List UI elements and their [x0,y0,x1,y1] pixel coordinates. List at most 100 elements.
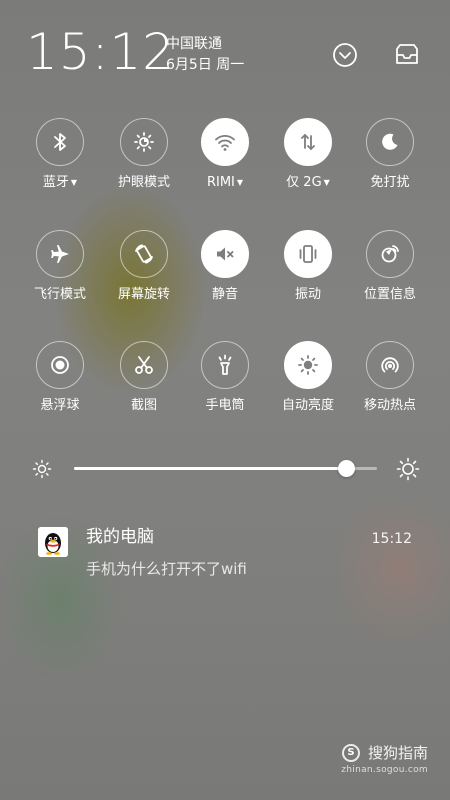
vibrate-icon [296,242,320,266]
tile-label-row: 免打扰 [370,174,409,192]
watermark: S 搜狗指南 zhinan.sogou.com [318,742,428,782]
dropdown-caret-icon[interactable]: ▼ [237,179,243,187]
tile-wifi[interactable]: RIMI ▼ [185,118,265,208]
tile-label: 振动 [294,287,321,302]
tile-toggle[interactable] [120,118,168,166]
tile-toggle[interactable] [366,118,414,166]
tile-floating-ball[interactable]: 悬浮球 [20,341,100,431]
brightness-control [0,450,450,490]
tile-toggle[interactable] [201,341,249,389]
tile-label-row: 护眼模式 [118,174,170,192]
date-label: 6月5日 周一 [166,57,245,73]
tile-label: RIMI [206,175,235,190]
mobile-data-icon [296,130,320,154]
tile-label: 位置信息 [363,287,416,302]
expand-button[interactable] [328,38,362,72]
tile-scissors[interactable]: 截图 [104,341,184,431]
clear-notifications-button[interactable] [390,38,424,72]
carrier-name: 中国联通 [166,36,222,52]
brightness-slider[interactable] [74,460,377,477]
tile-label-row: 悬浮球 [40,397,79,415]
tile-label: 蓝牙 [42,175,69,190]
notification-card[interactable]: 我的电脑 15:12 手机为什么打开不了wifi [0,515,450,595]
tile-eye-care[interactable]: 护眼模式 [104,118,184,208]
watermark-name: 搜狗指南 [367,744,428,762]
tile-label-row: 仅 2G ▼ [286,174,330,192]
dropdown-caret-icon[interactable]: ▼ [324,179,330,187]
tile-label-row: 静音 [212,286,238,304]
tile-label-row: 移动热点 [364,397,416,415]
inbox-tray-icon [396,44,418,64]
tile-label-row: 位置信息 [364,286,416,304]
dropdown-caret-icon[interactable]: ▼ [71,179,77,187]
scissors-icon [132,353,156,377]
tile-label: 手电筒 [205,398,245,413]
brightness-slider-fill [74,467,347,470]
tile-label: 屏幕旋转 [117,287,170,302]
brightness-low-icon [32,459,52,479]
tile-label: 悬浮球 [40,398,80,413]
airplane-icon [48,242,72,266]
qq-penguin-icon [38,527,68,557]
tile-label-row: 蓝牙 ▼ [43,174,77,192]
tile-label-row: RIMI ▼ [207,174,243,192]
tile-mobile-data[interactable]: 仅 2G ▼ [268,118,348,208]
tile-label: 自动亮度 [281,398,334,413]
sogou-logo-icon: S [342,744,360,762]
tile-auto-brightness[interactable]: 自动亮度 [268,341,348,431]
tile-label: 免打扰 [370,175,410,190]
flashlight-icon [213,353,237,377]
tile-label-row: 振动 [295,286,321,304]
tile-label: 护眼模式 [117,175,170,190]
tile-toggle[interactable] [36,230,84,278]
tile-toggle[interactable] [36,118,84,166]
notification-title: 我的电脑 [86,527,154,547]
tile-mute[interactable]: 静音 [185,230,265,320]
notification-body: 手机为什么打开不了wifi [86,560,247,578]
tile-label: 飞行模式 [33,287,86,302]
tile-toggle[interactable] [36,341,84,389]
tile-toggle[interactable] [120,341,168,389]
tile-toggle[interactable] [284,118,332,166]
tile-toggle[interactable] [201,118,249,166]
tile-location[interactable]: 位置信息 [350,230,430,320]
tile-label-row: 手电筒 [205,397,244,415]
bluetooth-icon [48,130,72,154]
rotate-icon [132,242,156,266]
tile-label: 静音 [211,287,238,302]
tile-moon[interactable]: 免打扰 [350,118,430,208]
tile-label-row: 截图 [131,397,157,415]
tile-label-row: 屏幕旋转 [118,286,170,304]
tile-airplane[interactable]: 飞行模式 [20,230,100,320]
tile-toggle[interactable] [201,230,249,278]
tile-label-row: 自动亮度 [282,397,334,415]
tile-label-row: 飞行模式 [34,286,86,304]
brightness-slider-thumb[interactable] [338,460,356,477]
moon-icon [378,130,402,154]
floating-ball-icon [48,353,72,377]
tile-label: 截图 [130,398,157,413]
tile-bluetooth[interactable]: 蓝牙 ▼ [20,118,100,208]
tile-toggle[interactable] [120,230,168,278]
mute-icon [213,242,237,266]
notification-time: 15:12 [371,531,412,547]
tile-rotate[interactable]: 屏幕旋转 [104,230,184,320]
clock: 15:12 [26,23,176,81]
wifi-icon [213,130,237,154]
tile-toggle[interactable] [366,341,414,389]
tile-hotspot[interactable]: 移动热点 [350,341,430,431]
tile-flashlight[interactable]: 手电筒 [185,341,265,431]
hotspot-icon [378,353,402,377]
watermark-url: zhinan.sogou.com [341,765,428,775]
status-header: 15:12 中国联通 6月5日 周一 [0,0,450,110]
eye-care-icon [132,130,156,154]
tile-vibrate[interactable]: 振动 [268,230,348,320]
tile-label: 移动热点 [363,398,416,413]
tile-toggle[interactable] [284,230,332,278]
tile-label: 仅 2G [286,175,322,190]
tile-toggle[interactable] [284,341,332,389]
location-icon [378,242,402,266]
chevron-down-circle-icon [333,43,357,67]
auto-brightness-icon [296,353,320,377]
tile-toggle[interactable] [366,230,414,278]
